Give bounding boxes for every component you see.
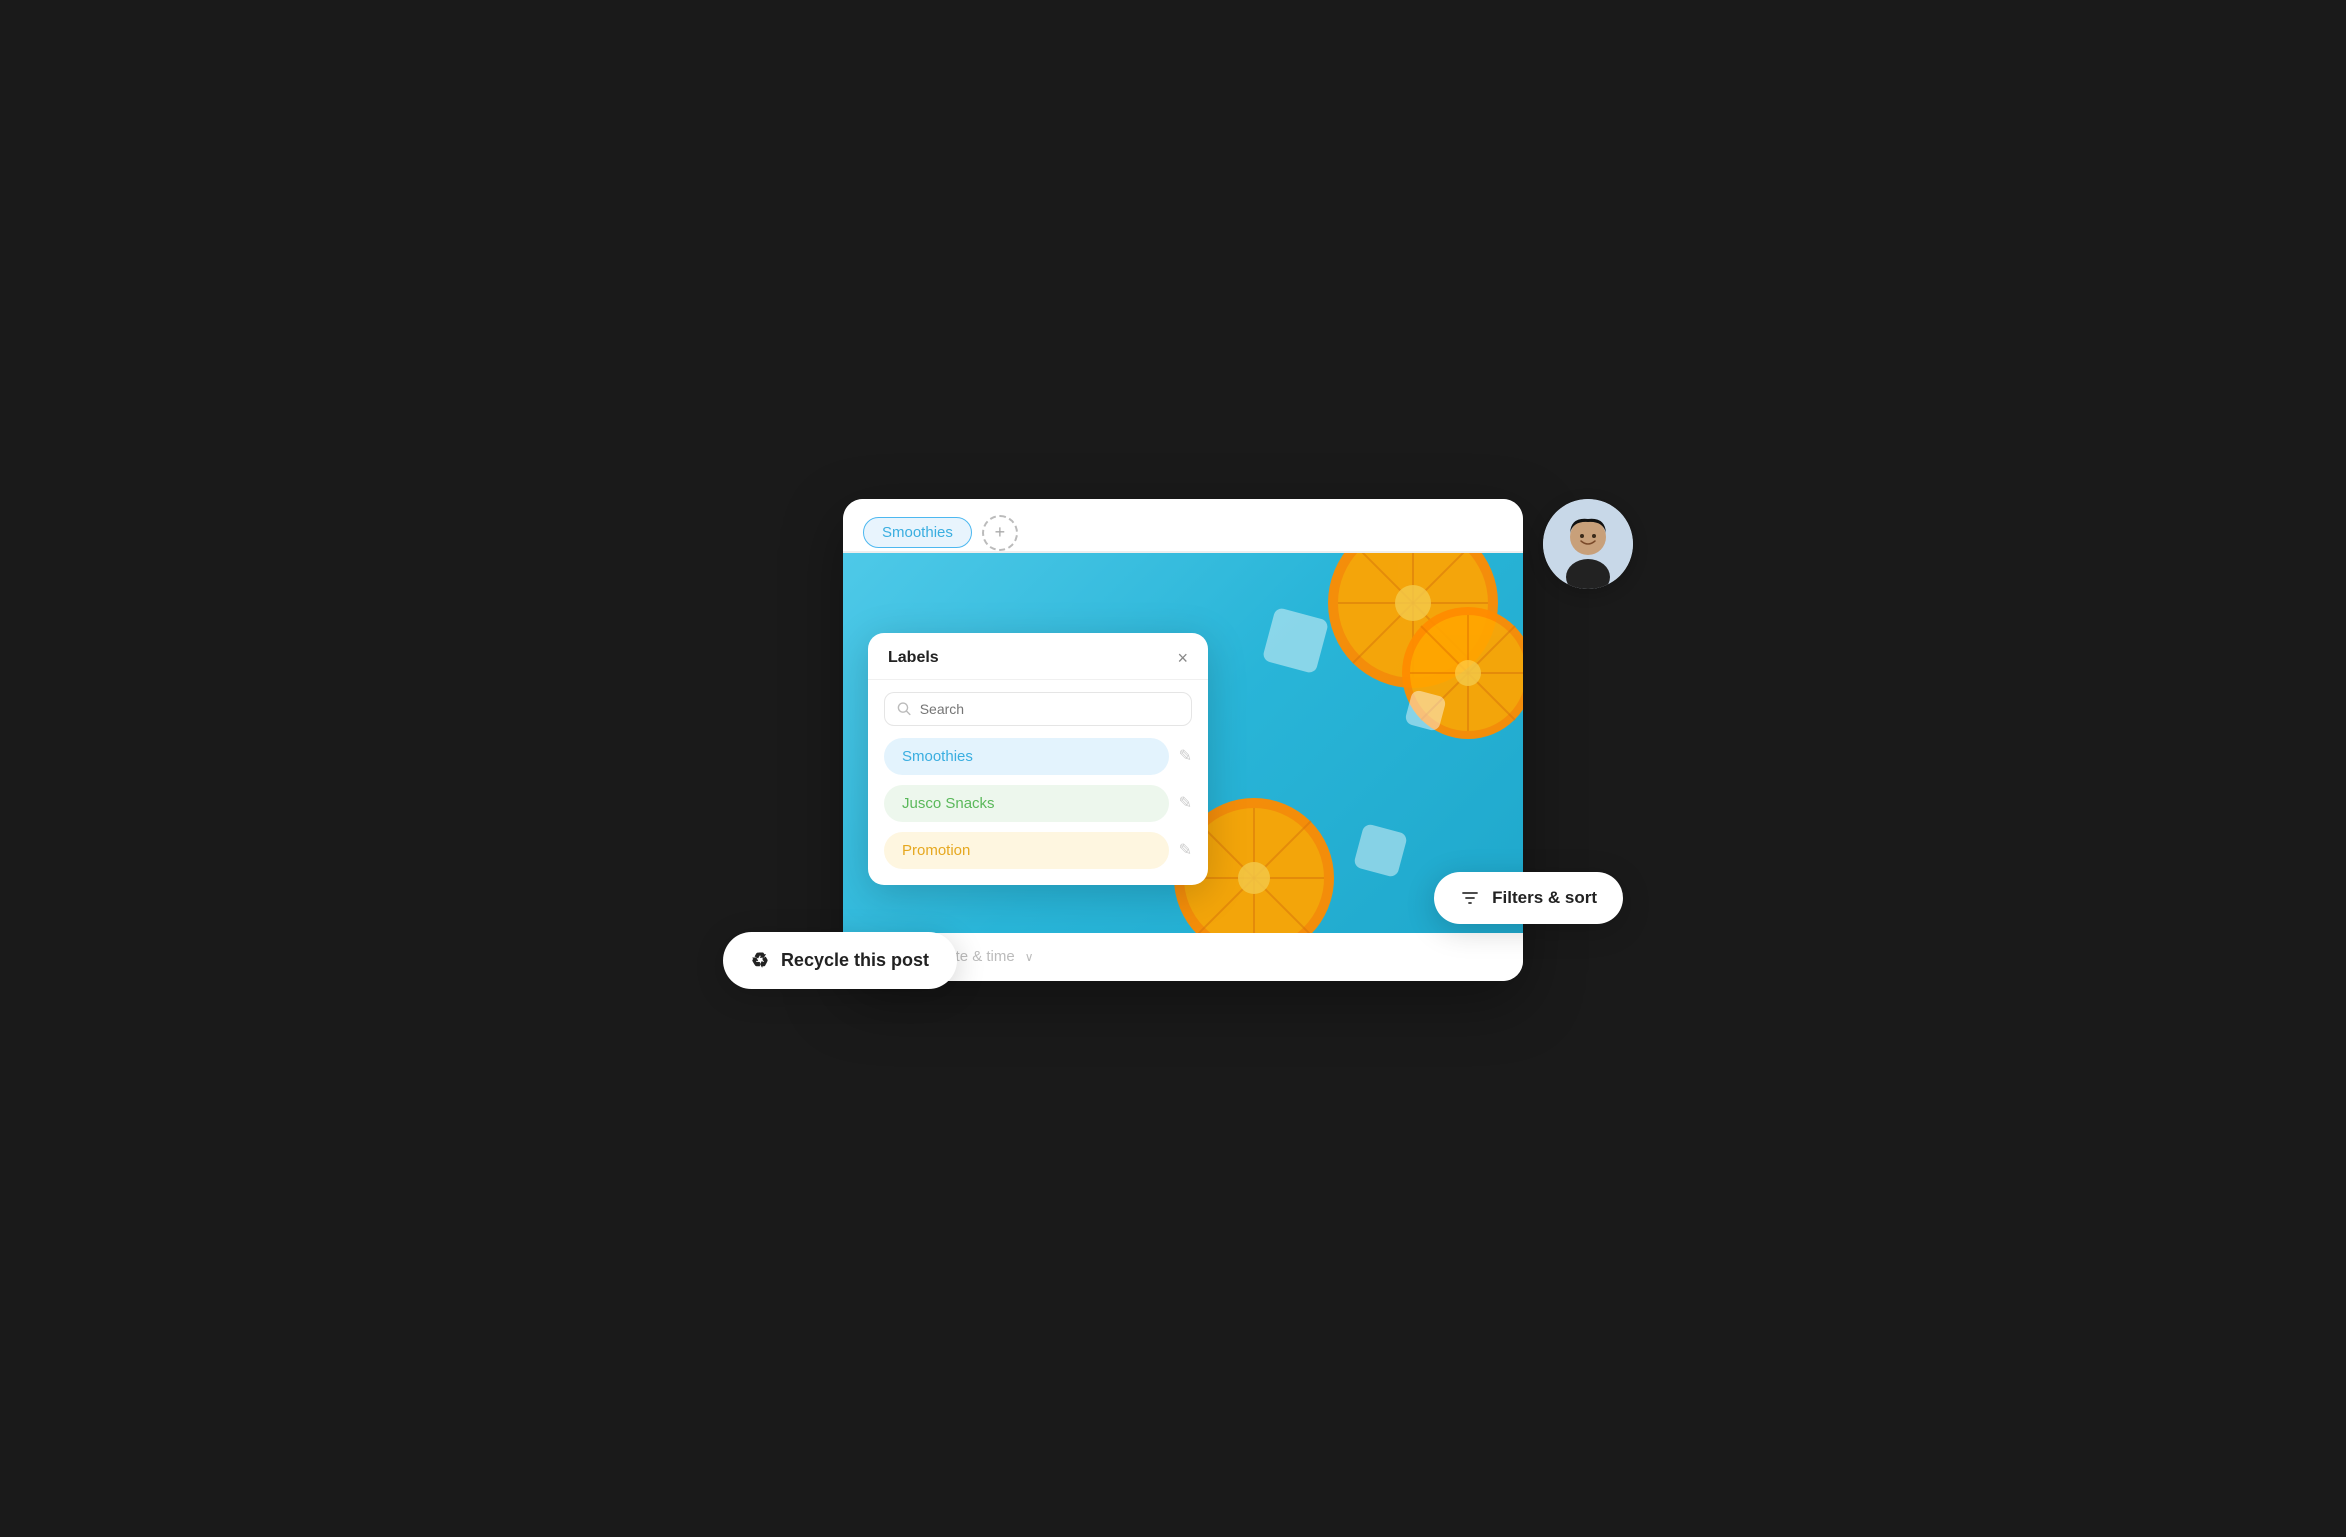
ice-cube-1	[1262, 606, 1329, 673]
label-chip-jusco[interactable]: Jusco Snacks	[884, 785, 1169, 822]
edit-smoothies-icon[interactable]: ✎	[1179, 746, 1192, 766]
recycle-post-label: Recycle this post	[781, 950, 929, 971]
recycle-post-button[interactable]: ♻ Recycle this post	[723, 932, 957, 989]
tab-smoothies[interactable]: Smoothies	[863, 517, 972, 548]
add-tab-button[interactable]: +	[982, 515, 1018, 551]
main-card: Smoothies +	[843, 499, 1523, 981]
ice-cube-2	[1353, 822, 1408, 877]
label-row-jusco: Jusco Snacks ✎	[884, 785, 1192, 822]
user-avatar-image	[1543, 499, 1633, 589]
labels-title: Labels	[888, 649, 939, 667]
chevron-down-icon: ∨	[1025, 950, 1034, 964]
label-row-promotion: Promotion ✎	[884, 832, 1192, 869]
avatar	[1543, 499, 1633, 589]
label-chip-promotion[interactable]: Promotion	[884, 832, 1169, 869]
post-image: Labels × Smoothies ✎ J	[843, 553, 1523, 933]
tab-bar: Smoothies +	[843, 499, 1523, 552]
recycle-icon: ♻	[751, 948, 769, 973]
edit-promotion-icon[interactable]: ✎	[1179, 840, 1192, 860]
labels-search-box	[884, 692, 1192, 726]
edit-jusco-icon[interactable]: ✎	[1179, 793, 1192, 813]
label-chip-smoothies[interactable]: Smoothies	[884, 738, 1169, 775]
filter-icon	[1460, 888, 1480, 908]
close-labels-button[interactable]: ×	[1177, 649, 1188, 667]
labels-header: Labels ×	[868, 633, 1208, 680]
search-icon	[897, 701, 912, 717]
search-input[interactable]	[920, 701, 1179, 717]
filters-sort-label: Filters & sort	[1492, 888, 1597, 908]
label-row-smoothies: Smoothies ✎	[884, 738, 1192, 775]
filters-sort-button[interactable]: Filters & sort	[1434, 872, 1623, 924]
labels-dropdown: Labels × Smoothies ✎ J	[868, 633, 1208, 885]
label-list: Smoothies ✎ Jusco Snacks ✎ Promotion ✎	[868, 738, 1208, 869]
